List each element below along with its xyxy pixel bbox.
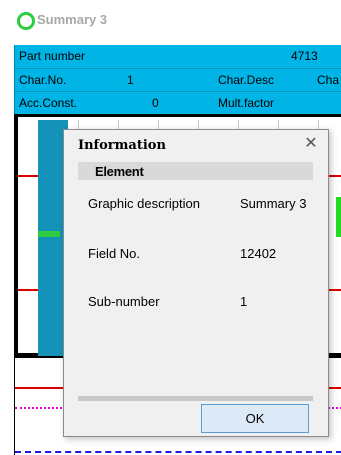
- header-row-acc: Acc.Const. 0 Mult.factor: [15, 91, 341, 115]
- part-number-label: Part number: [19, 49, 86, 63]
- dialog-title: Information: [78, 138, 166, 153]
- char-no-label: Char.No.: [19, 73, 67, 87]
- acc-const-label: Acc.Const.: [19, 96, 78, 110]
- sub-number-value: 1: [240, 294, 248, 309]
- upper-limit-line: [18, 175, 38, 177]
- bar-marker: [38, 231, 60, 237]
- element-section-header: Element: [78, 162, 313, 180]
- char-desc-label: Char.Desc: [218, 73, 275, 87]
- mean-line: [15, 451, 341, 453]
- field-no-label: Field No.: [88, 246, 141, 261]
- char-desc-value: Cha: [317, 73, 340, 87]
- field-no-value: 12402: [240, 246, 277, 261]
- char-no-value: 1: [127, 73, 134, 87]
- information-dialog: Information ✕ Element Graphic descriptio…: [63, 129, 329, 437]
- status-ring-icon: [17, 12, 35, 30]
- part-number-value: 4713: [291, 49, 318, 63]
- graphic-description-value: Summary 3: [240, 196, 307, 211]
- mult-factor-label: Mult.factor: [218, 96, 275, 110]
- header-row-part: Part number 4713: [15, 45, 341, 68]
- header-row-char: Char.No. 1 Char.Desc Cha: [15, 68, 341, 92]
- characteristic-header: Part number 4713 Char.No. 1 Char.Desc Ch…: [14, 45, 341, 114]
- window-titlebar: Summary 3: [0, 0, 341, 40]
- sub-number-label: Sub-number: [88, 294, 160, 309]
- limit-line: [15, 387, 65, 389]
- lower-limit-line: [18, 289, 38, 291]
- in-tolerance-indicator: [336, 197, 341, 237]
- graphic-description-label: Graphic description: [88, 196, 200, 211]
- acc-const-value: 0: [152, 96, 159, 110]
- section-title: Element: [95, 164, 144, 179]
- ok-button[interactable]: OK: [201, 404, 309, 433]
- close-icon[interactable]: ✕: [302, 135, 320, 153]
- dialog-scrollbar[interactable]: [78, 396, 313, 401]
- window-title: Summary 3: [37, 12, 108, 27]
